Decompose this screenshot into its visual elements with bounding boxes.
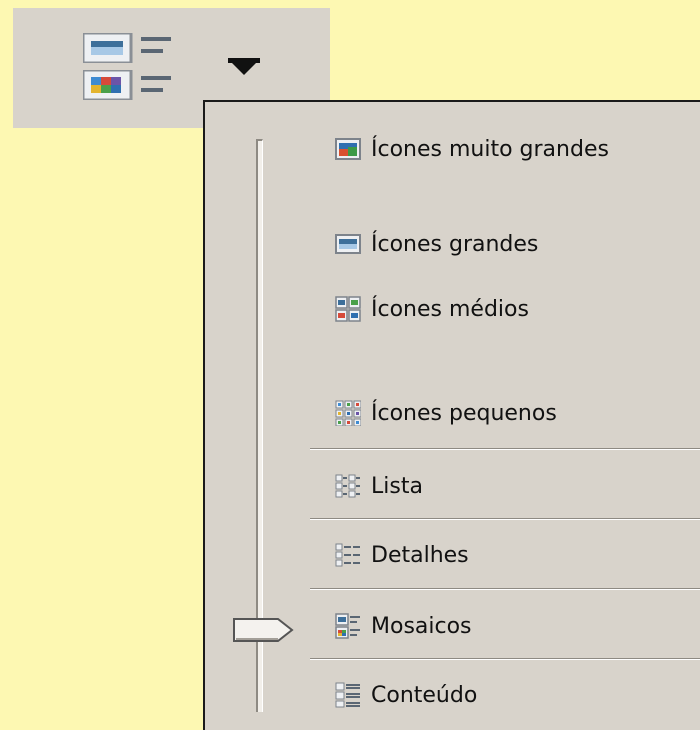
- large-icons-icon: [335, 231, 361, 257]
- menu-item-content[interactable]: Conteúdo: [335, 675, 477, 715]
- list-view-icon: [335, 473, 361, 499]
- menu-item-list[interactable]: Lista: [335, 466, 423, 506]
- medium-icons-icon: [335, 296, 361, 322]
- menu-item-label: Ícones médios: [371, 296, 529, 322]
- tiles-view-icon: [335, 613, 361, 639]
- tiles-view-icon: [81, 31, 175, 65]
- view-size-slider-thumb[interactable]: [232, 615, 296, 645]
- menu-item-label: Conteúdo: [371, 682, 478, 708]
- menu-separator: [310, 518, 700, 520]
- menu-item-tiles[interactable]: Mosaicos: [335, 606, 472, 646]
- menu-separator: [310, 658, 700, 660]
- menu-item-label: Ícones grandes: [371, 231, 539, 257]
- extra-large-icons-icon: [335, 136, 361, 162]
- menu-item-small-icons[interactable]: Ícones pequenos: [335, 393, 557, 433]
- menu-item-label: Detalhes: [371, 542, 469, 568]
- menu-separator: [310, 448, 700, 450]
- menu-item-label: Lista: [371, 473, 423, 499]
- small-icons-icon: [335, 400, 362, 427]
- menu-item-large-icons[interactable]: Ícones grandes: [335, 224, 538, 264]
- menu-item-label: Mosaicos: [371, 613, 472, 639]
- menu-item-label: Ícones muito grandes: [371, 136, 609, 162]
- menu-item-label: Ícones pequenos: [371, 400, 557, 426]
- details-view-icon: [335, 542, 361, 568]
- dropdown-arrow-icon[interactable]: [228, 58, 260, 82]
- menu-item-details[interactable]: Detalhes: [335, 535, 469, 575]
- menu-separator: [310, 588, 700, 590]
- view-menu: Ícones muito grandes Ícones grandes Ícon…: [203, 100, 700, 730]
- tiles-view-icon-secondary: [81, 68, 175, 102]
- content-view-icon: [335, 682, 361, 708]
- menu-item-extra-large-icons[interactable]: Ícones muito grandes: [335, 129, 609, 169]
- menu-item-medium-icons[interactable]: Ícones médios: [335, 289, 529, 329]
